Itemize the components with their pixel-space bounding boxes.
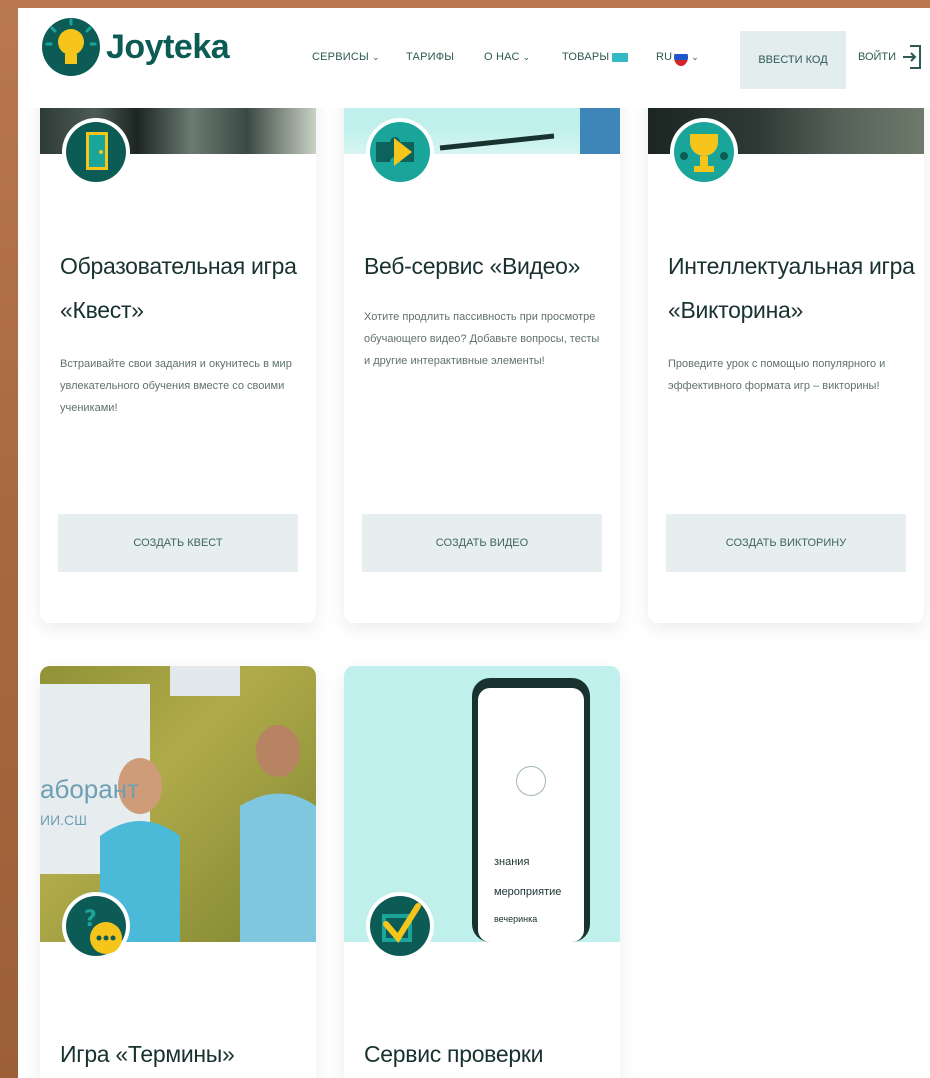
lightbulb-logo-icon[interactable]	[42, 14, 100, 80]
card-title: Игра «Термины»	[60, 1041, 235, 1067]
service-card-terms[interactable]: аборант ИИ.СШ ? Игра «Термины»	[40, 666, 316, 1078]
photo-slide-text: аборант	[40, 774, 139, 804]
nav-pricing[interactable]: ТАРИФЫ	[406, 51, 454, 63]
card-description: Хотите продлить пассивность при просмотр…	[364, 311, 600, 367]
login-link[interactable]: ВОЙТИ	[858, 51, 896, 63]
question-chat-icon: ?	[62, 892, 130, 960]
create-video-button[interactable]: СОЗДАТЬ ВИДЕО	[362, 514, 602, 572]
nav-about[interactable]: О НАС ⌄	[484, 51, 530, 63]
door-icon	[62, 118, 130, 186]
enter-code-button[interactable]: ВВЕСТИ КОД	[740, 31, 846, 89]
play-puzzle-icon	[366, 118, 434, 186]
nav-label: СЕРВИСЫ	[312, 51, 369, 63]
nav-label: О НАС	[484, 51, 520, 63]
phone-option: знания	[494, 856, 530, 868]
create-quest-button[interactable]: СОЗДАТЬ КВЕСТ	[58, 514, 298, 572]
trophy-icon	[670, 118, 738, 186]
nav-services[interactable]: СЕРВИСЫ ⌄	[312, 51, 380, 63]
browser-viewport: Образовательная игра «Квест» Встраивайте…	[18, 8, 930, 1078]
language-label: RU	[656, 50, 673, 63]
service-card-quest[interactable]: Образовательная игра «Квест» Встраивайте…	[40, 68, 316, 623]
service-card-video[interactable]: Веб-сервис «Видео» Хотите продлить пасси…	[344, 68, 620, 623]
chevron-down-icon: ⌄	[371, 52, 380, 62]
login-icon[interactable]	[902, 40, 924, 74]
chevron-down-icon: ⌄	[691, 51, 700, 62]
brand-name[interactable]: Joyteka	[106, 28, 230, 67]
phone-option: вечеринка	[494, 914, 538, 924]
card-title: Образовательная игра «Квест»	[60, 253, 297, 323]
card-description: Проведите урок с помощью популярного и э…	[668, 358, 886, 392]
card-title: Веб-сервис «Видео»	[364, 253, 581, 279]
new-badge	[612, 52, 629, 62]
photo-slide-text: ИИ.СШ	[40, 812, 87, 828]
chevron-down-icon: ⌄	[522, 52, 531, 62]
card-description: Встраивайте свои задания и окунитесь в м…	[60, 358, 292, 414]
checkmark-icon	[366, 892, 434, 960]
language-selector[interactable]: RU ⌄	[656, 48, 699, 66]
site-header: Joyteka СЕРВИСЫ ⌄ ТАРИФЫ О НАС ⌄ ТОВАРЫ RU…	[18, 8, 930, 108]
card-title: Интеллектуальная игра «Викторина»	[668, 253, 915, 323]
nav-products[interactable]: ТОВАРЫ	[562, 51, 629, 63]
create-quiz-button[interactable]: СОЗДАТЬ ВИКТОРИНУ	[666, 514, 906, 572]
phone-option: мероприятие	[494, 886, 562, 898]
service-card-knowledge-check[interactable]: знания мероприятие вечеринка Сервис пров…	[344, 666, 620, 1078]
card-title: Сервис проверки знаний	[364, 1041, 544, 1067]
nav-label: ТОВАРЫ	[562, 51, 610, 63]
service-card-quiz[interactable]: Интеллектуальная игра «Викторина» Провед…	[648, 68, 924, 623]
phone-mockup: знания мероприятие вечеринка	[472, 678, 590, 942]
russia-flag-icon	[674, 48, 689, 66]
nav-label: ТАРИФЫ	[406, 51, 455, 63]
